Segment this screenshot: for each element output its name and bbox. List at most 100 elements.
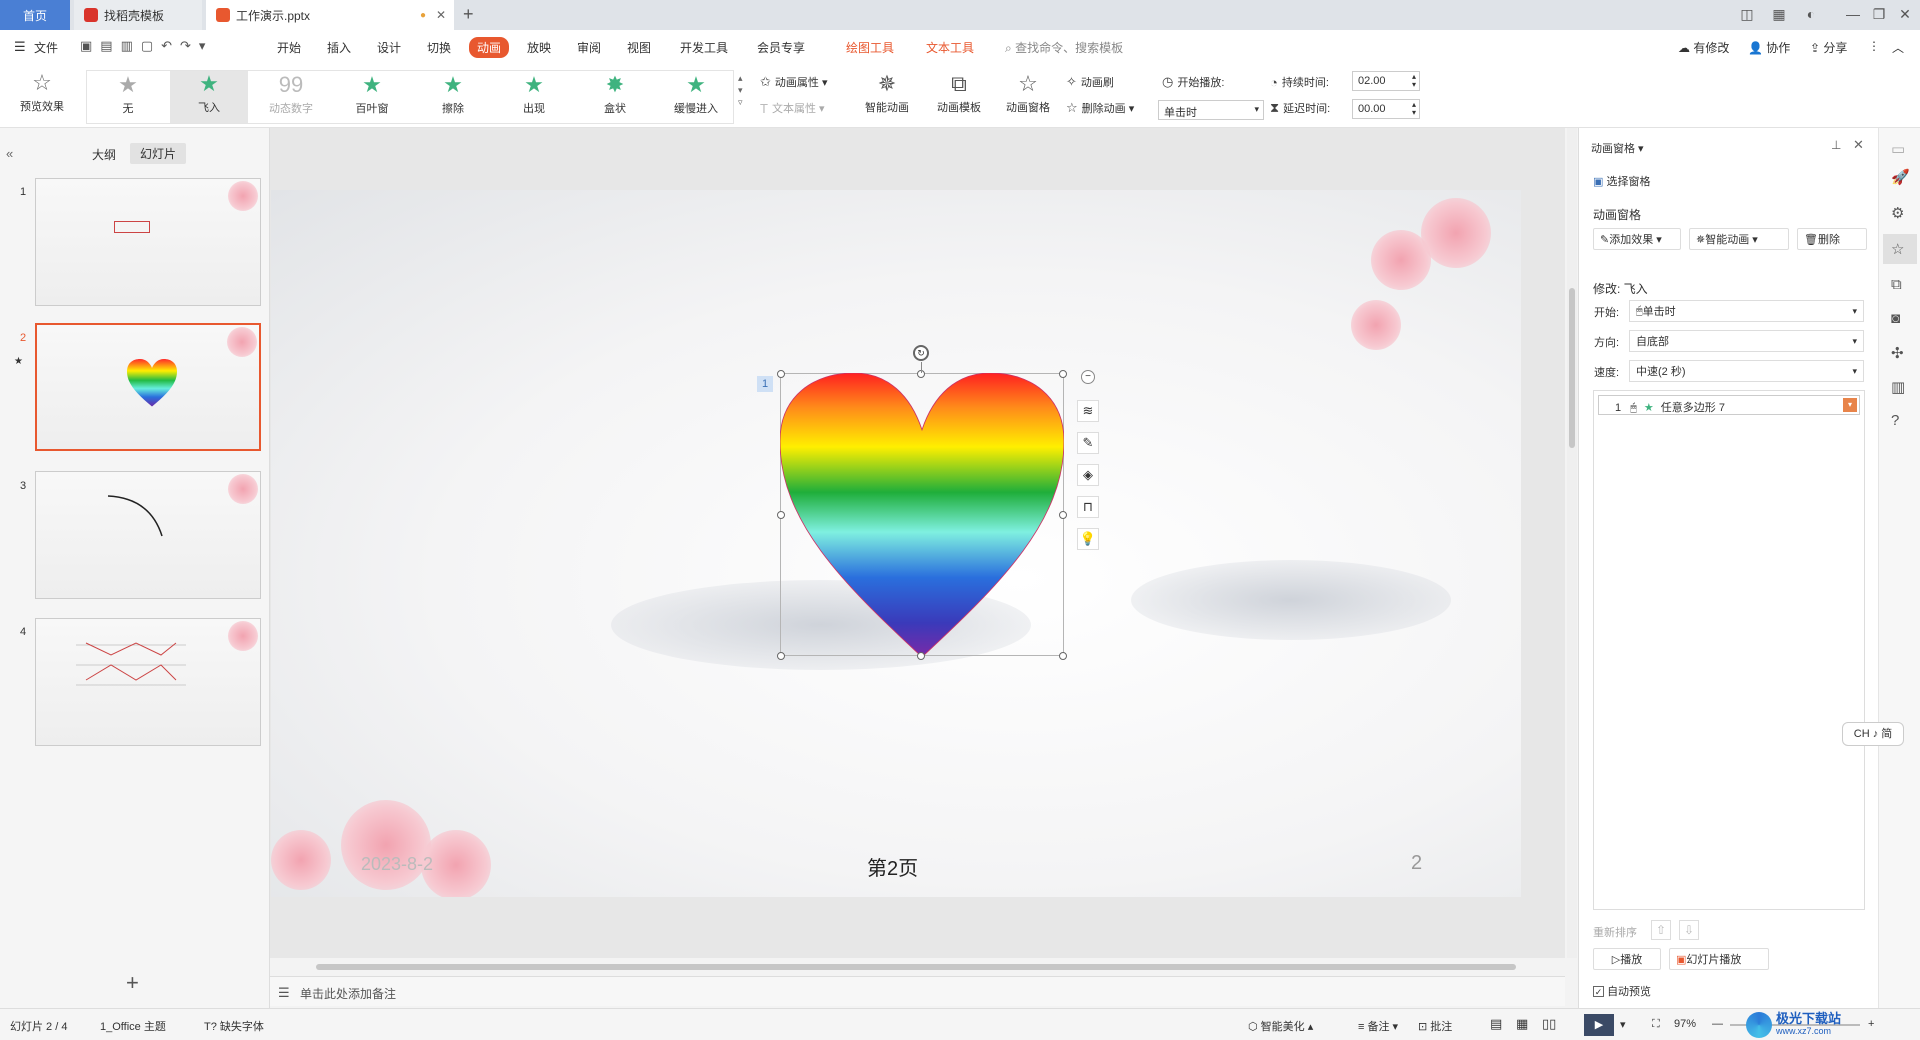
select-pane-button[interactable]: ▣ 选择窗格 [1593,173,1650,189]
collapse-toolbar-icon[interactable]: − [1081,370,1095,384]
theme-name[interactable]: 1_Office 主题 [100,1018,166,1034]
slide-thumbnail-2[interactable] [35,323,261,451]
pane-smart-animation-button[interactable]: ✵ 智能动画 ▾ [1689,228,1789,250]
menu-developer[interactable]: 开发工具 [680,39,728,56]
layout-icon[interactable]: ◫ [1736,6,1758,23]
vertical-scrollbar[interactable] [1567,128,1577,958]
collaborate-button[interactable]: 👤 协作 [1748,39,1790,56]
zoom-out-icon[interactable]: — [1712,1018,1723,1030]
animation-pane-button[interactable]: ☆ 动画窗格 [1000,71,1056,115]
close-window-icon[interactable]: ✕ [1894,6,1916,23]
menu-slideshow[interactable]: 放映 [527,39,551,56]
rocket-icon[interactable]: 🚀 [1891,168,1910,186]
play-options-icon[interactable]: ▾ [1620,1018,1626,1031]
slideshow-button[interactable]: ▣ 幻灯片播放 [1669,948,1769,970]
collapse-ribbon-icon[interactable]: ︿ [1892,39,1904,56]
menu-design[interactable]: 设计 [377,39,401,56]
stepper-arrows-icon[interactable]: ▴ ▾ [1412,101,1416,117]
pane-title-dropdown[interactable]: 动画窗格 ▾ [1591,140,1644,156]
slide-2[interactable]: 2023-8-2 第2页 2 1 ↻ − ≋ ✎ ◈ ⊓ 💡 [271,190,1521,897]
play-slideshow-icon[interactable]: ▶ [1584,1014,1614,1036]
pin-icon[interactable]: ⊥ [1831,138,1841,152]
notes-bar[interactable]: ☰ 单击此处添加备注 [270,976,1565,1006]
autopreview-checkbox[interactable]: ✓ 自动预览 [1593,983,1651,999]
menu-view[interactable]: 视图 [627,39,651,56]
menu-insert[interactable]: 插入 [327,39,351,56]
close-tab-icon[interactable]: ✕ [436,8,446,22]
add-slide-button[interactable]: + [126,970,139,996]
direction-select[interactable]: 自底部 ▾ [1629,330,1864,352]
camera-icon[interactable]: ◙ [1891,310,1900,327]
effect-none[interactable]: ★ 无 [98,72,158,116]
effect-box[interactable]: ✸ 盒状 [585,72,645,116]
move-down-icon[interactable]: ⇩ [1679,920,1699,940]
smart-animation-button[interactable]: ✵ 智能动画 [856,71,918,115]
quick-access-icons[interactable]: ▣▤▥▢↶↷▾ [80,38,213,54]
help-icon[interactable]: ? [1891,412,1899,429]
slides-tab[interactable]: 幻灯片 [130,143,187,164]
menu-transition[interactable]: 切换 [427,39,451,56]
effect-blinds[interactable]: ★ 百叶窗 [342,72,402,116]
slides-copy-icon[interactable]: ⧉ [1891,276,1902,293]
resize-handle[interactable] [777,511,785,519]
rotate-handle-icon[interactable]: ↻ [913,345,929,361]
menu-review[interactable]: 审阅 [577,39,601,56]
anim-properties-button[interactable]: ✩ 动画属性 ▾ [760,74,827,90]
stepper-arrows-icon[interactable]: ▴ ▾ [1412,73,1416,89]
resize-handle[interactable] [1059,652,1067,660]
preview-effect-button[interactable]: ☆ 预览效果 [10,70,74,114]
start-select[interactable]: 单击时 ▾ [1158,100,1264,120]
resize-handle[interactable] [1059,511,1067,519]
zoom-level[interactable]: 97% [1674,1018,1696,1030]
delay-stepper[interactable]: 00.00 ▴ ▾ [1352,99,1420,119]
horizontal-scrollbar[interactable] [270,962,1565,972]
item-dropdown-icon[interactable]: ▾ [1843,398,1857,412]
slide-thumbnail-3[interactable] [35,471,261,599]
effect-wipe[interactable]: ★ 擦除 [423,72,483,116]
crop-icon[interactable]: ⊓ [1077,496,1099,518]
gallery-scroll-icon[interactable]: ▴ ▾ ▿ [738,72,743,108]
avatar-icon[interactable]: ◐ [1800,6,1822,22]
sorter-view-icon[interactable]: ▦ [1516,1016,1528,1032]
vertical-scroll-thumb[interactable] [1569,288,1575,448]
resize-handle[interactable] [1059,370,1067,378]
resize-handle[interactable] [777,652,785,660]
collapse-panel-icon[interactable]: « [6,146,13,161]
resize-handle[interactable] [777,370,785,378]
add-effect-button[interactable]: ✎ 添加效果 ▾ [1593,228,1681,250]
menu-drawing-tools[interactable]: 绘图工具 [846,39,894,56]
animation-template-button[interactable]: ⧉ 动画模板 [928,71,990,115]
animation-star-icon[interactable]: ☆ [1883,234,1917,264]
menu-text-tools[interactable]: 文本工具 [926,39,974,56]
fit-window-icon[interactable]: ⛶ [1652,1018,1660,1031]
grid-apps-icon[interactable]: ▦ [1768,6,1790,23]
animation-brush-button[interactable]: ✧ 动画刷 [1066,74,1114,90]
menu-start[interactable]: 开始 [277,39,301,56]
restore-icon[interactable]: ❐ [1868,6,1890,23]
menu-file[interactable]: 文件 [34,39,58,56]
effect-fly-in[interactable]: ★ 飞入 [170,71,248,123]
compass-icon[interactable]: ✣ [1891,344,1904,362]
slide-footer[interactable]: 第2页 [867,852,918,881]
new-tab-icon[interactable]: + [463,4,474,25]
reading-view-icon[interactable]: ▯▯ [1542,1016,1556,1032]
settings-sliders-icon[interactable]: ⚙ [1891,204,1904,222]
smart-beautify-button[interactable]: ⬡ 智能美化 ▴ [1248,1018,1313,1034]
lightbulb-icon[interactable]: 💡 [1077,528,1099,550]
resize-handle[interactable] [917,652,925,660]
layers-icon[interactable]: ≋ [1077,400,1099,422]
minimize-icon[interactable]: — [1842,6,1864,22]
fill-icon[interactable]: ◈ [1077,464,1099,486]
pane-start-select[interactable]: 🖱 单击时 ▾ [1629,300,1864,322]
slide-date[interactable]: 2023-8-2 [361,854,433,875]
outline-tab[interactable]: 大纲 [92,146,116,163]
line-style-icon[interactable]: ✎ [1077,432,1099,454]
editing-canvas[interactable]: 2023-8-2 第2页 2 1 ↻ − ≋ ✎ ◈ ⊓ 💡 ☰ 单击此处添加备… [270,128,1577,1006]
missing-font-button[interactable]: T? 缺失字体 [204,1018,264,1034]
share-button[interactable]: ⇪ 分享 [1810,39,1847,56]
effect-ease-in[interactable]: ★ 缓慢进入 [666,72,726,116]
book-icon[interactable]: ▥ [1891,378,1905,396]
slide-thumbnail-1[interactable] [35,178,261,306]
slide-thumbnail-4[interactable] [35,618,261,746]
menu-animation[interactable]: 动画 [469,37,510,58]
